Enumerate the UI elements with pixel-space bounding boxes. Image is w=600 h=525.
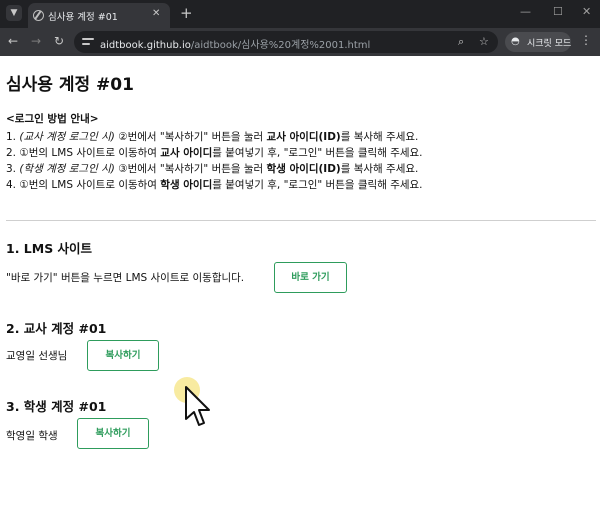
mouse-pointer-icon bbox=[185, 386, 210, 426]
close-window-icon[interactable]: ✕ bbox=[582, 6, 591, 18]
url-text[interactable]: aidtbook.github.io/aidtbook/심사용%20계정%200… bbox=[100, 36, 370, 51]
site-info-icon[interactable] bbox=[82, 36, 94, 48]
star-icon[interactable]: ☆ bbox=[479, 35, 489, 48]
tab-title: 심사용 계정 #01 bbox=[48, 12, 118, 23]
lms-description: "바로 가기" 버튼을 누르면 LMS 사이트로 이동합니다. bbox=[6, 272, 245, 284]
page-content: 심사용 계정 #01 <로그인 방법 안내> 1. (교사 계정 로그인 시) … bbox=[0, 56, 600, 525]
back-icon[interactable]: ← bbox=[8, 34, 18, 48]
globe-icon bbox=[33, 10, 44, 21]
lms-heading: 1. LMS 사이트 bbox=[6, 241, 93, 256]
student-name: 학영일 학생 bbox=[6, 430, 58, 442]
guide-line-4: 4. ①번의 LMS 사이트로 이동하여 학생 아이디를 붙여넣기 후, "로그… bbox=[6, 179, 423, 191]
maximize-icon[interactable]: ☐ bbox=[553, 6, 563, 18]
reload-icon[interactable]: ↻ bbox=[54, 34, 64, 48]
incognito-label: 시크릿 모드 bbox=[527, 39, 572, 49]
zoom-icon[interactable]: ⌕ bbox=[458, 35, 464, 48]
incognito-badge[interactable]: ◓ 시크릿 모드 bbox=[505, 32, 571, 52]
page-title: 심사용 계정 #01 bbox=[6, 75, 134, 95]
guide-line-2: 2. ①번의 LMS 사이트로 이동하여 교사 아이디를 붙여넣기 후, "로그… bbox=[6, 147, 423, 159]
tab-list-icon[interactable]: ▼ bbox=[6, 5, 22, 21]
copy-teacher-id-button[interactable]: 복사하기 bbox=[87, 340, 159, 371]
close-icon[interactable]: ✕ bbox=[152, 8, 160, 19]
new-tab-icon[interactable]: + bbox=[180, 4, 193, 22]
guide-heading: <로그인 방법 안내> bbox=[6, 113, 99, 125]
browser-tab[interactable]: 심사용 계정 #01 ✕ bbox=[28, 3, 170, 28]
browser-toolbar: ← → ↻ aidtbook.github.io/aidtbook/심사용%20… bbox=[0, 28, 600, 56]
guide-line-3: 3. (학생 계정 로그인 시) ③번에서 "복사하기" 버튼을 눌러 학생 아… bbox=[6, 163, 419, 175]
menu-icon[interactable]: ⋮ bbox=[580, 33, 592, 47]
forward-icon[interactable]: → bbox=[31, 34, 41, 48]
divider bbox=[6, 220, 596, 221]
minimize-icon[interactable]: — bbox=[520, 6, 531, 18]
guide-line-1: 1. (교사 계정 로그인 시) ②번에서 "복사하기" 버튼을 눌러 교사 아… bbox=[6, 131, 419, 143]
teacher-account-heading: 2. 교사 계정 #01 bbox=[6, 321, 107, 336]
copy-student-id-button[interactable]: 복사하기 bbox=[77, 418, 149, 449]
address-bar[interactable]: aidtbook.github.io/aidtbook/심사용%20계정%200… bbox=[74, 31, 498, 53]
tab-bar: ▼ 심사용 계정 #01 ✕ + — ☐ ✕ bbox=[0, 0, 600, 28]
go-to-lms-button[interactable]: 바로 가기 bbox=[274, 262, 347, 293]
student-account-heading: 3. 학생 계정 #01 bbox=[6, 399, 107, 414]
teacher-name: 교영일 선생님 bbox=[6, 350, 68, 362]
incognito-icon: ◓ bbox=[511, 36, 520, 47]
